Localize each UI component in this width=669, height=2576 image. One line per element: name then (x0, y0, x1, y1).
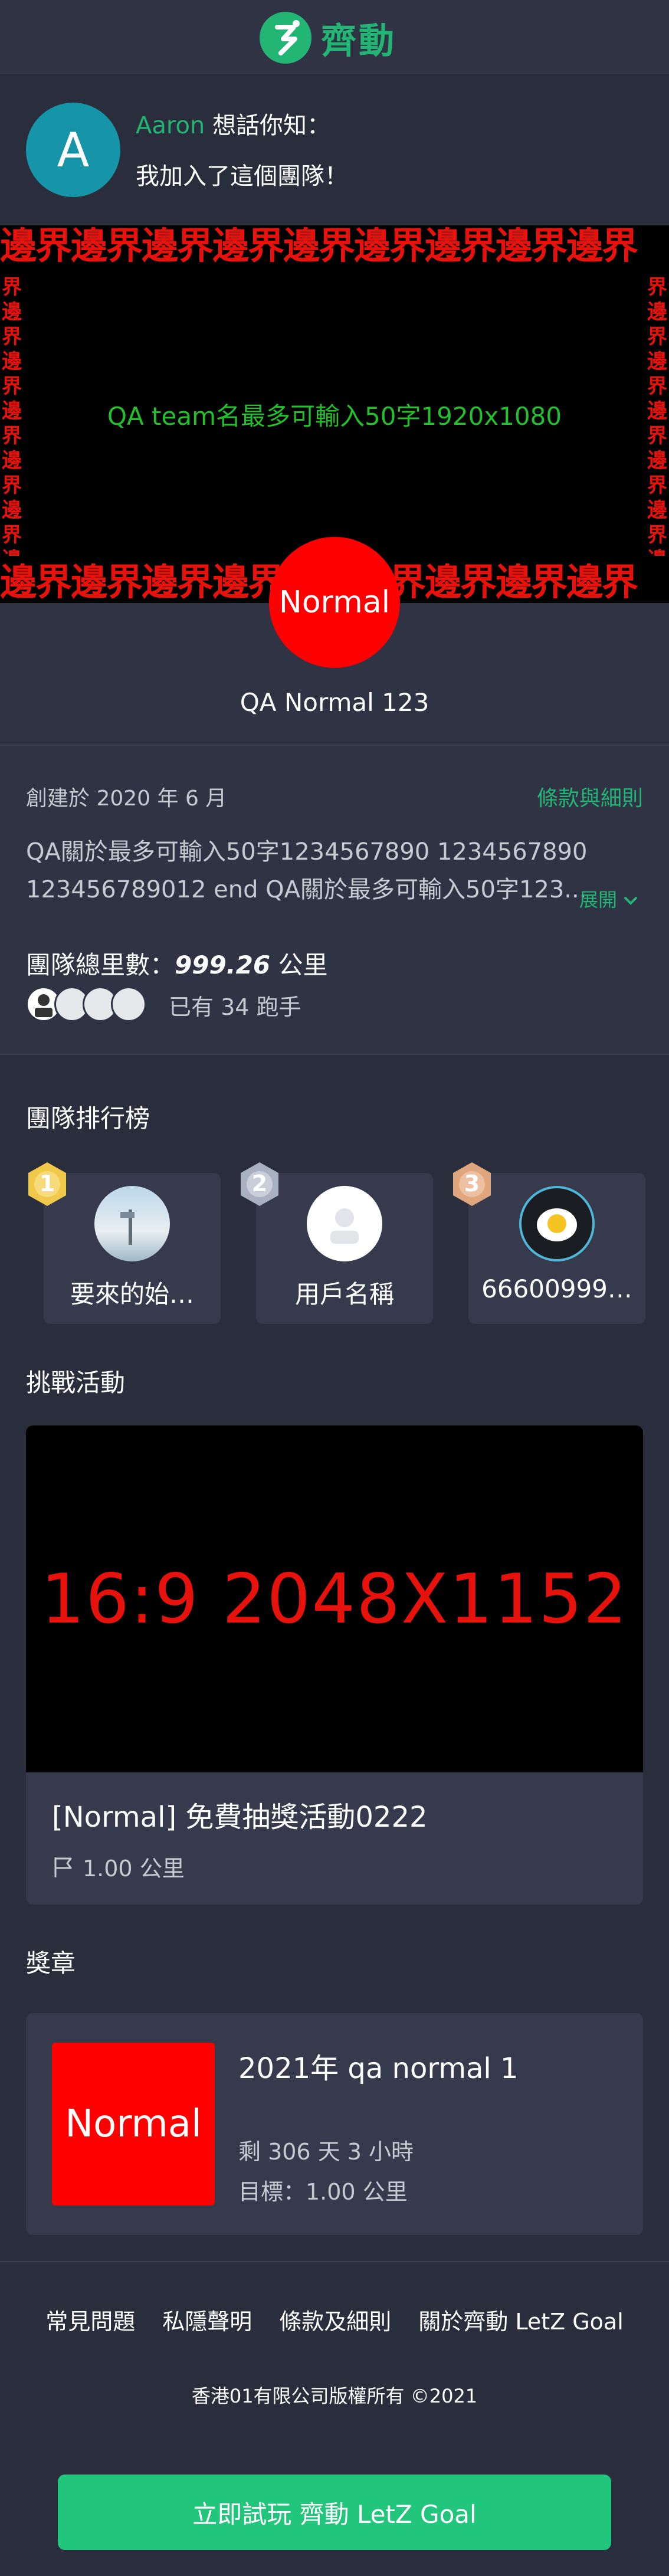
team-name: QA Normal 123 (240, 688, 429, 717)
avatar (519, 1186, 595, 1261)
badge-remaining-time: 剩 306 天 3 小時 (238, 2139, 414, 2165)
ranking-card-3[interactable]: 3 66600999… (453, 1162, 645, 1324)
total-value: 999.26 (175, 951, 271, 979)
distance-value: 1.00 公里 (83, 1856, 185, 1882)
footer: 常見問題 私隱聲明 條款及細則 關於齊動 LetZ Goal 香港01有限公司版… (0, 2261, 669, 2576)
badge-image: Normal (52, 2043, 215, 2205)
avatar (111, 987, 146, 1022)
team-info: Normal QA Normal 123 創建於 2020 年 6 月 條款與細… (0, 537, 669, 1054)
total-label: 團隊總里數： (26, 951, 175, 979)
team-description: QA關於最多可輸入50字1234567890 1234567890 123456… (26, 838, 588, 903)
banner-border-top: 邊界邊界邊界邊界邊界邊界邊界邊界邊界 (0, 225, 638, 267)
chevron-down-icon (624, 897, 638, 905)
challenge-title: 挑戰活動 (26, 1368, 126, 1397)
post-message: 我加入了這個團隊！ (136, 163, 348, 190)
terms-link[interactable]: 條款與細則 (537, 781, 643, 812)
ranking-title: 團隊排行榜 (26, 1104, 150, 1133)
divider (0, 745, 669, 746)
author-name[interactable]: Aaron (136, 112, 205, 139)
author-verb: 想話你知： (212, 112, 330, 139)
badges-title: 獎章 (26, 1949, 76, 1978)
user-icon (330, 1208, 359, 1244)
divider (0, 1054, 669, 1055)
rank-number: 3 (464, 1171, 480, 1197)
runner-avatars[interactable] (26, 987, 168, 1022)
badge-card[interactable]: Normal 2021年 qa normal 1 剩 306 天 3 小時 目標… (26, 2013, 643, 2235)
privacy-link[interactable]: 私隱聲明 (162, 2303, 252, 2336)
challenge-image: 16:9 2048X1152 (26, 1425, 643, 1772)
expand-button[interactable]: 展開 (579, 885, 638, 912)
rank-name: 要來的始… (70, 1280, 194, 1309)
author-line: Aaron 想話你知： (136, 106, 330, 140)
badge-target: 目標：1.00 公里 (238, 2179, 408, 2205)
avatar (307, 1186, 382, 1261)
rank-name: 用戶名稱 (294, 1280, 394, 1309)
flag-icon (54, 1857, 72, 1877)
team-total-distance: 團隊總里數：999.26 公里 (26, 945, 327, 981)
ranking-card-2[interactable]: 2 用戶名稱 (241, 1162, 433, 1324)
logo-text: 齊動 (321, 20, 396, 62)
try-now-button[interactable]: 立即試玩 齊動 LetZ Goal (58, 2475, 611, 2550)
challenge-name: [Normal] 免費抽獎活動0222 (52, 1801, 428, 1834)
faq-link[interactable]: 常見問題 (45, 2303, 135, 2336)
ranking-card-1[interactable]: 1 要來的始… (28, 1162, 221, 1324)
runner-logo-icon (260, 12, 311, 64)
about-link[interactable]: 關於齊動 LetZ Goal (418, 2303, 624, 2336)
footer-links: 常見問題 私隱聲明 條款及細則 關於齊動 LetZ Goal (0, 2303, 669, 2336)
runners-count: 已有 34 跑手 (169, 994, 301, 1020)
rank-name: 66600999… (481, 1274, 632, 1303)
copyright: 香港01有限公司版權所有 ©2021 (191, 2385, 478, 2407)
team-level-badge: Normal (269, 537, 400, 668)
rank-number: 2 (251, 1171, 268, 1197)
challenge-distance: 1.00 公里 (52, 1850, 185, 1883)
badge-name: 2021年 qa normal 1 (238, 2052, 519, 2085)
total-unit: 公里 (278, 951, 328, 979)
post-header: A Aaron 想話你知： 我加入了這個團隊！ (0, 76, 669, 225)
challenge-card[interactable]: 16:9 2048X1152 [Normal] 免費抽獎活動0222 1.00 … (26, 1425, 643, 1905)
created-date: 創建於 2020 年 6 月 (26, 786, 227, 811)
avatar[interactable]: A (26, 103, 120, 197)
avatar (94, 1186, 170, 1261)
terms-footer-link[interactable]: 條款及細則 (279, 2303, 391, 2336)
rank-number: 1 (39, 1171, 55, 1197)
banner-center-text: QA team名最多可輸入50字1920x1080 (107, 402, 562, 431)
expand-label: 展開 (579, 889, 618, 911)
app-logo[interactable]: 齊動 (260, 12, 396, 64)
top-bar: 齊動 (0, 0, 669, 76)
egg-icon (537, 1208, 577, 1241)
